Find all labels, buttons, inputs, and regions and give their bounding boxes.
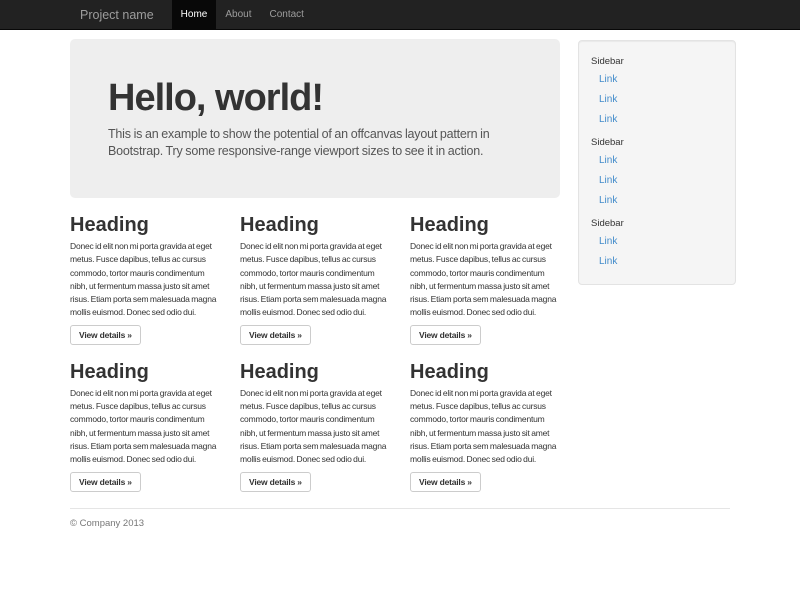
- view-details-button[interactable]: View details »: [70, 325, 141, 345]
- card-body-text: Donec id elit non mi porta gravida at eg…: [70, 240, 220, 320]
- cards-row-1: Heading Donec id elit non mi porta gravi…: [60, 198, 570, 345]
- navbar-brand[interactable]: Project name: [60, 0, 172, 30]
- sidebar-group-header: Sidebar: [579, 49, 735, 70]
- footer: © Company 2013: [60, 518, 740, 529]
- sidebar-link[interactable]: Link: [579, 191, 735, 211]
- sidebar-link[interactable]: Link: [579, 70, 735, 90]
- sidebar-group-header: Sidebar: [579, 211, 735, 232]
- card-heading: Heading: [240, 361, 390, 383]
- sidebar-link[interactable]: Link: [579, 151, 735, 171]
- card-body-text: Donec id elit non mi porta gravida at eg…: [240, 240, 390, 320]
- card: Heading Donec id elit non mi porta gravi…: [400, 345, 570, 492]
- card-body-text: Donec id elit non mi porta gravida at eg…: [70, 387, 220, 467]
- view-details-button[interactable]: View details »: [240, 472, 311, 492]
- view-details-button[interactable]: View details »: [240, 325, 311, 345]
- card-body-text: Donec id elit non mi porta gravida at eg…: [410, 240, 560, 320]
- card-heading: Heading: [410, 361, 560, 383]
- navbar-menu: Home About Contact: [172, 0, 313, 30]
- sidebar-link[interactable]: Link: [579, 110, 735, 130]
- card: Heading Donec id elit non mi porta gravi…: [230, 345, 400, 492]
- card-heading: Heading: [70, 361, 220, 383]
- card-body-text: Donec id elit non mi porta gravida at eg…: [410, 387, 560, 467]
- nav-item-about[interactable]: About: [216, 0, 260, 30]
- card: Heading Donec id elit non mi porta gravi…: [400, 198, 570, 345]
- footer-divider: [70, 508, 730, 509]
- card: Heading Donec id elit non mi porta gravi…: [230, 198, 400, 345]
- main-column: Hello, world! This is an example to show…: [60, 30, 570, 492]
- page-container: Hello, world! This is an example to show…: [60, 30, 740, 529]
- sidebar-panel: Sidebar Link Link Link Sidebar Link Link…: [578, 40, 736, 285]
- sidebar-link[interactable]: Link: [579, 232, 735, 252]
- cards-row-2: Heading Donec id elit non mi porta gravi…: [60, 345, 570, 492]
- navbar: Project name Home About Contact: [0, 0, 800, 30]
- card-heading: Heading: [70, 214, 220, 236]
- card: Heading Donec id elit non mi porta gravi…: [60, 198, 230, 345]
- copyright-text: © Company 2013: [70, 518, 730, 529]
- card: Heading Donec id elit non mi porta gravi…: [60, 345, 230, 492]
- content-row: Hello, world! This is an example to show…: [60, 30, 740, 492]
- nav-item-home[interactable]: Home: [172, 0, 217, 30]
- sidebar-link[interactable]: Link: [579, 171, 735, 191]
- view-details-button[interactable]: View details »: [410, 472, 481, 492]
- page-title: Hello, world!: [108, 77, 540, 119]
- jumbotron: Hello, world! This is an example to show…: [70, 39, 560, 198]
- view-details-button[interactable]: View details »: [70, 472, 141, 492]
- nav-item-contact[interactable]: Contact: [260, 0, 312, 30]
- sidebar-group-header: Sidebar: [579, 130, 735, 151]
- navbar-container: Project name Home About Contact: [60, 0, 740, 30]
- sidebar-column: Sidebar Link Link Link Sidebar Link Link…: [570, 30, 740, 285]
- sidebar-link[interactable]: Link: [579, 252, 735, 272]
- jumbotron-lead-text: This is an example to show the potential…: [108, 126, 540, 160]
- card-heading: Heading: [240, 214, 390, 236]
- view-details-button[interactable]: View details »: [410, 325, 481, 345]
- sidebar-link[interactable]: Link: [579, 90, 735, 110]
- card-body-text: Donec id elit non mi porta gravida at eg…: [240, 387, 390, 467]
- card-heading: Heading: [410, 214, 560, 236]
